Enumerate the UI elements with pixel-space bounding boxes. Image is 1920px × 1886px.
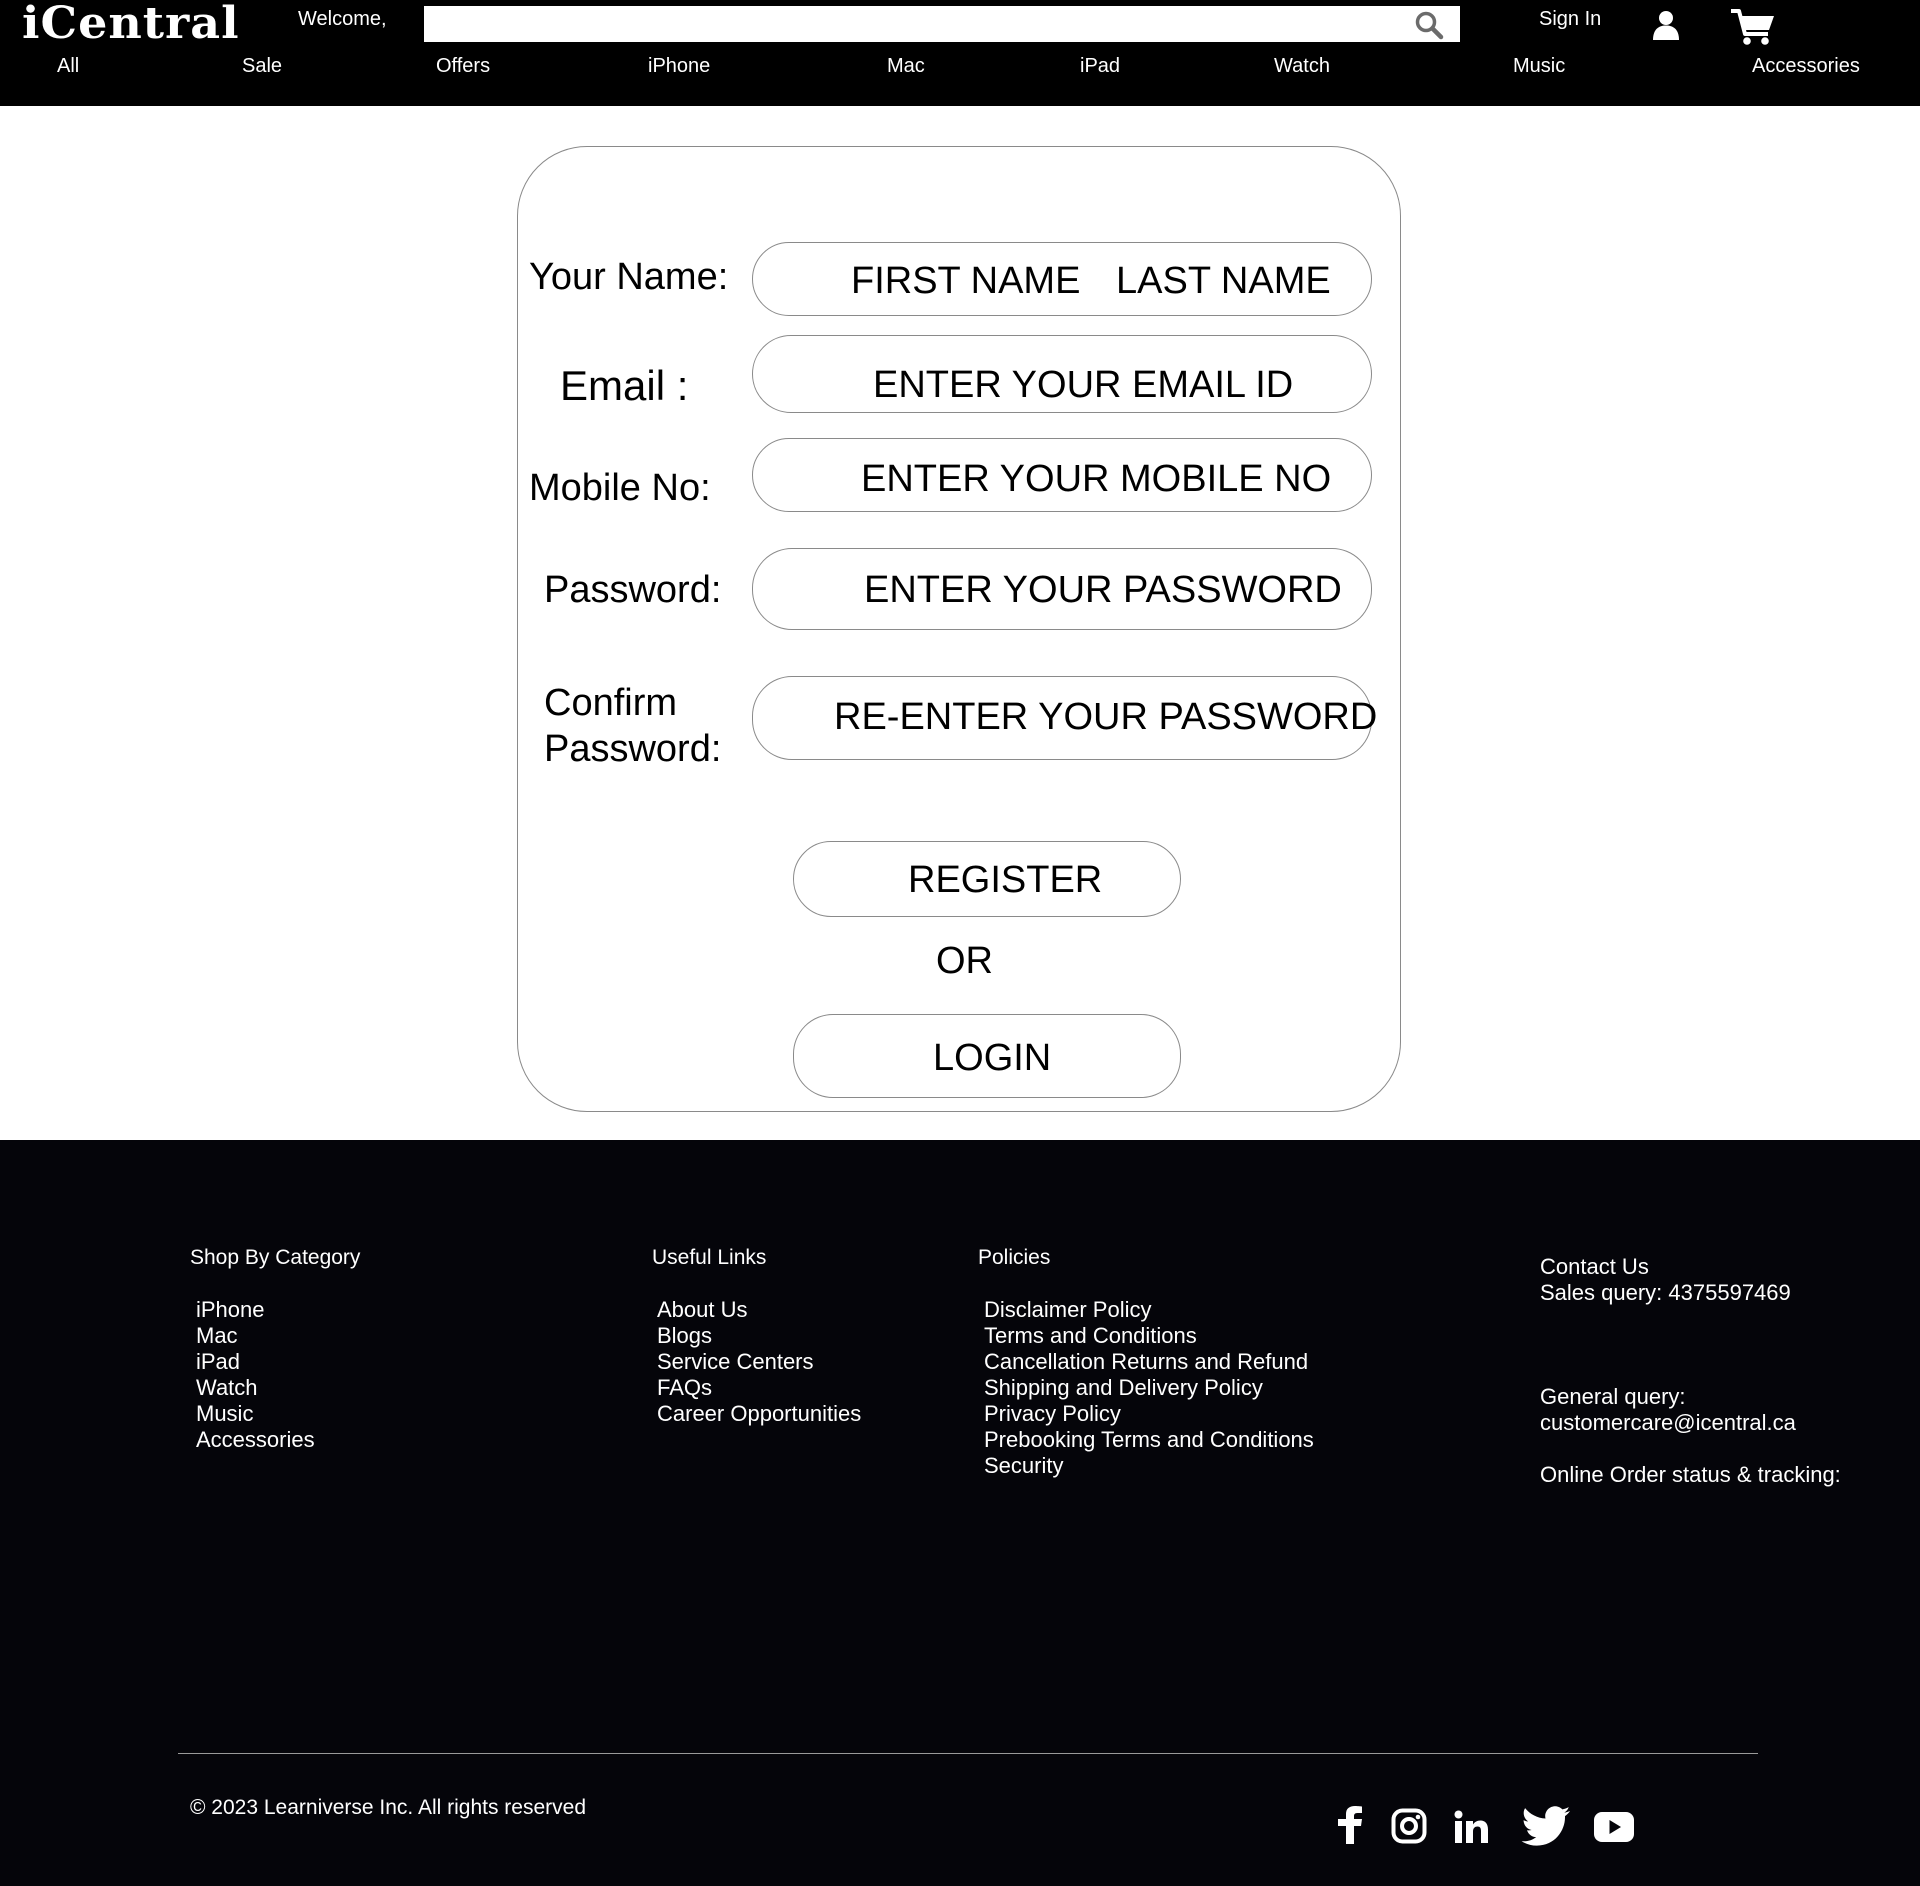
nav-item-watch[interactable]: Watch — [1274, 55, 1330, 78]
email-field[interactable]: ENTER YOUR EMAIL ID — [752, 335, 1372, 413]
youtube-icon[interactable] — [1594, 1812, 1634, 1842]
footer-link-watch[interactable]: Watch — [196, 1375, 315, 1401]
twitter-icon[interactable] — [1521, 1806, 1571, 1846]
search-input[interactable] — [424, 6, 1460, 42]
footer-link-mac[interactable]: Mac — [196, 1323, 315, 1349]
registration-form: Your Name: FIRST NAME LAST NAME Email : … — [517, 146, 1401, 1112]
or-divider-text: OR — [936, 940, 993, 982]
login-button[interactable]: LOGIN — [793, 1014, 1181, 1098]
register-button[interactable]: REGISTER — [793, 841, 1181, 917]
password-field[interactable]: ENTER YOUR PASSWORD — [752, 548, 1372, 630]
footer-link-cancellation-returns-refund[interactable]: Cancellation Returns and Refund — [984, 1349, 1314, 1375]
footer-link-ipad[interactable]: iPad — [196, 1349, 315, 1375]
footer-link-disclaimer-policy[interactable]: Disclaimer Policy — [984, 1297, 1314, 1323]
footer-link-music[interactable]: Music — [196, 1401, 315, 1427]
copyright-text: © 2023 Learniverse Inc. All rights reser… — [190, 1796, 587, 1819]
footer-link-terms-and-conditions[interactable]: Terms and Conditions — [984, 1323, 1314, 1349]
footer-link-iphone[interactable]: iPhone — [196, 1297, 315, 1323]
confirm-password-placeholder: RE-ENTER YOUR PASSWORD — [834, 696, 1378, 738]
general-query-label: General query: — [1540, 1384, 1686, 1409]
useful-links-list: About Us Blogs Service Centers FAQs Care… — [657, 1297, 861, 1427]
search-icon[interactable] — [1414, 10, 1444, 40]
footer-link-about-us[interactable]: About Us — [657, 1297, 861, 1323]
nav-item-mac[interactable]: Mac — [887, 55, 925, 78]
name-field[interactable]: FIRST NAME LAST NAME — [752, 242, 1372, 316]
footer-link-shipping-delivery-policy[interactable]: Shipping and Delivery Policy — [984, 1375, 1314, 1401]
mobile-field[interactable]: ENTER YOUR MOBILE NO — [752, 438, 1372, 512]
nav-item-music[interactable]: Music — [1513, 55, 1565, 78]
register-button-label: REGISTER — [908, 859, 1103, 901]
footer-link-faqs[interactable]: FAQs — [657, 1375, 861, 1401]
nav-item-accessories[interactable]: Accessories — [1752, 55, 1860, 78]
contact-us-heading: Contact Us — [1540, 1254, 1649, 1279]
site-footer: Shop By Category iPhone Mac iPad Watch M… — [0, 1140, 1920, 1886]
general-query-email[interactable]: customercare@icentral.ca — [1540, 1410, 1796, 1436]
logo[interactable]: iCentral — [22, 0, 240, 49]
cart-icon[interactable] — [1730, 6, 1776, 46]
footer-divider — [178, 1753, 1758, 1754]
instagram-icon[interactable] — [1391, 1808, 1427, 1844]
policies-list: Disclaimer Policy Terms and Conditions C… — [984, 1297, 1314, 1479]
last-name-placeholder: LAST NAME — [1116, 260, 1331, 302]
mobile-label: Mobile No: — [529, 467, 711, 509]
facebook-icon[interactable] — [1334, 1806, 1368, 1844]
nav-item-offers[interactable]: Offers — [436, 55, 490, 78]
sign-in-link[interactable]: Sign In — [1539, 8, 1601, 31]
email-label: Email : — [560, 362, 689, 409]
confirm-password-field[interactable]: RE-ENTER YOUR PASSWORD — [752, 676, 1377, 760]
footer-link-prebooking-terms[interactable]: Prebooking Terms and Conditions — [984, 1427, 1314, 1453]
nav-item-ipad[interactable]: iPad — [1080, 55, 1120, 78]
policies-heading: Policies — [978, 1246, 1051, 1269]
login-button-label: LOGIN — [933, 1037, 1052, 1079]
nav-item-sale[interactable]: Sale — [242, 55, 282, 78]
footer-link-security[interactable]: Security — [984, 1453, 1314, 1479]
mobile-placeholder: ENTER YOUR MOBILE NO — [861, 458, 1332, 500]
nav-item-iphone[interactable]: iPhone — [648, 55, 710, 78]
welcome-text: Welcome, — [298, 8, 387, 30]
password-placeholder: ENTER YOUR PASSWORD — [864, 569, 1342, 611]
footer-link-accessories[interactable]: Accessories — [196, 1427, 315, 1453]
linkedin-icon[interactable] — [1454, 1810, 1488, 1844]
footer-link-service-centers[interactable]: Service Centers — [657, 1349, 861, 1375]
user-icon[interactable] — [1650, 9, 1682, 41]
email-placeholder: ENTER YOUR EMAIL ID — [873, 364, 1294, 406]
name-label: Your Name: — [529, 256, 729, 298]
first-name-placeholder: FIRST NAME — [851, 260, 1081, 302]
sales-query-text: Sales query: 4375597469 — [1540, 1280, 1791, 1305]
footer-link-privacy-policy[interactable]: Privacy Policy — [984, 1401, 1314, 1427]
top-header: iCentral Welcome, Sign In All Sale Offer… — [0, 0, 1920, 106]
confirm-password-label-line2: Password: — [544, 728, 722, 770]
nav-item-all[interactable]: All — [57, 55, 79, 78]
shop-category-list: iPhone Mac iPad Watch Music Accessories — [196, 1297, 315, 1453]
footer-link-blogs[interactable]: Blogs — [657, 1323, 861, 1349]
password-label: Password: — [544, 569, 722, 611]
shop-by-category-heading: Shop By Category — [190, 1246, 361, 1269]
confirm-password-label-line1: Confirm — [544, 682, 678, 724]
order-status-link[interactable]: Online Order status & tracking: — [1540, 1462, 1841, 1488]
footer-link-career-opportunities[interactable]: Career Opportunities — [657, 1401, 861, 1427]
useful-links-heading: Useful Links — [652, 1246, 767, 1269]
